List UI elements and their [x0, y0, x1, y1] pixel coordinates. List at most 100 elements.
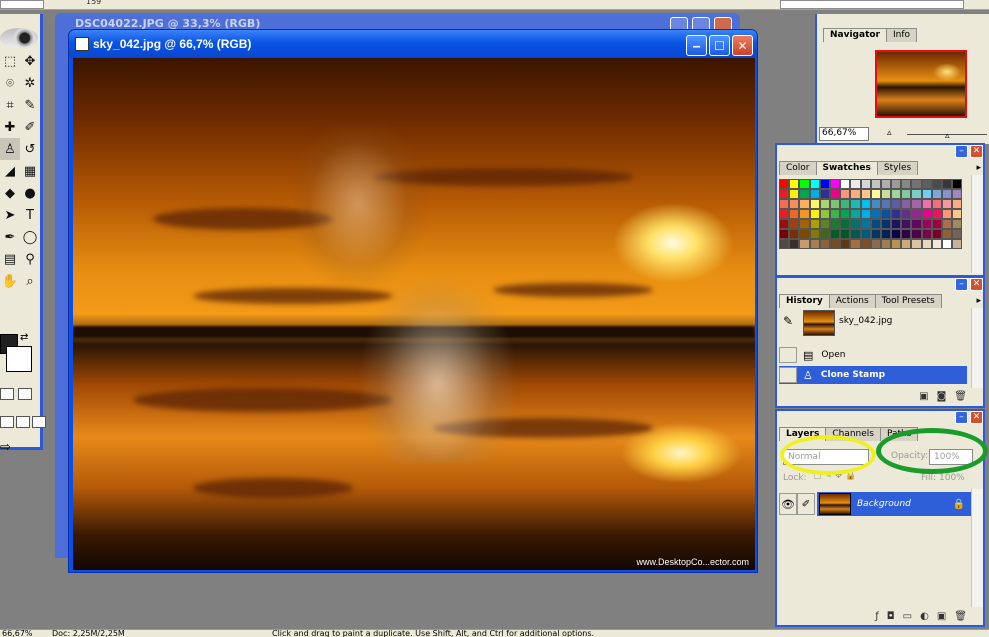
- brush-tool-icon[interactable]: ✐: [20, 116, 40, 138]
- panel-close-button[interactable]: ✕: [970, 278, 983, 291]
- swatch-cell[interactable]: [829, 189, 841, 199]
- panel-minimize-button[interactable]: –: [955, 411, 968, 424]
- swatch-cell[interactable]: [870, 199, 881, 209]
- swatch-cell[interactable]: [921, 209, 932, 219]
- status-zoom[interactable]: 66,67%: [2, 630, 33, 637]
- tab-swatches[interactable]: Swatches: [815, 161, 878, 175]
- full-screen-menu-button[interactable]: [16, 416, 30, 428]
- clone-stamp-icon[interactable]: ♙: [0, 138, 20, 160]
- swatch-cell[interactable]: [860, 239, 871, 249]
- panel-menu-arrow-icon[interactable]: ▸: [976, 163, 981, 173]
- swatch-cell[interactable]: [952, 179, 963, 189]
- swatch-cell[interactable]: [860, 199, 871, 209]
- swatch-cell[interactable]: [829, 209, 841, 219]
- swatch-cell[interactable]: [942, 239, 953, 249]
- swatch-cell[interactable]: [880, 189, 892, 199]
- swatch-cell[interactable]: [809, 209, 820, 219]
- swatch-cell[interactable]: [901, 229, 912, 239]
- swatch-cell[interactable]: [870, 179, 881, 189]
- swatch-cell[interactable]: [891, 189, 902, 199]
- swatch-cell[interactable]: [911, 229, 922, 239]
- swatch-cell[interactable]: [931, 219, 942, 229]
- swatch-cell[interactable]: [819, 189, 830, 199]
- move-tool-icon[interactable]: ✥: [20, 50, 40, 72]
- swatch-cell[interactable]: [931, 239, 942, 249]
- swatch-cell[interactable]: [860, 219, 871, 229]
- swatch-cell[interactable]: [931, 189, 942, 199]
- status-doc-size[interactable]: Doc: 2,25M/2,25M: [52, 630, 125, 637]
- tab-tool-presets[interactable]: Tool Presets: [874, 294, 942, 308]
- tab-navigator[interactable]: Navigator: [823, 28, 887, 42]
- swatch-cell[interactable]: [921, 239, 932, 249]
- swatch-cell[interactable]: [799, 189, 810, 199]
- swatch-cell[interactable]: [819, 229, 830, 239]
- swatch-cell[interactable]: [921, 199, 932, 209]
- adjustment-layer-icon[interactable]: ◐: [920, 611, 929, 622]
- swatch-cell[interactable]: [891, 239, 902, 249]
- swatch-cell[interactable]: [860, 209, 871, 219]
- jump-to-imageready-icon[interactable]: ⇨: [0, 440, 11, 455]
- swatch-cell[interactable]: [789, 179, 800, 189]
- swatch-cell[interactable]: [880, 209, 892, 219]
- shape-tool-icon[interactable]: ◯: [20, 226, 40, 248]
- swatch-cell[interactable]: [931, 199, 942, 209]
- swatch-cell[interactable]: [860, 229, 871, 239]
- swatch-cell[interactable]: [850, 209, 861, 219]
- new-layer-set-icon[interactable]: ▭: [903, 611, 912, 622]
- tab-layers[interactable]: Layers: [779, 427, 827, 441]
- panel-close-button[interactable]: ✕: [970, 411, 983, 424]
- layers-scrollbar[interactable]: [971, 489, 983, 607]
- swatch-cell[interactable]: [870, 219, 881, 229]
- swatch-cell[interactable]: [789, 219, 800, 229]
- hand-tool-icon[interactable]: ✋: [0, 270, 20, 292]
- tab-styles[interactable]: Styles: [876, 161, 919, 175]
- maximize-button[interactable]: ☐: [709, 35, 730, 56]
- swatch-cell[interactable]: [901, 189, 912, 199]
- swatch-cell[interactable]: [901, 219, 912, 229]
- tab-history[interactable]: History: [779, 294, 830, 308]
- swatch-cell[interactable]: [809, 199, 820, 209]
- swatch-cell[interactable]: [911, 179, 922, 189]
- swatch-cell[interactable]: [942, 209, 953, 219]
- tab-actions[interactable]: Actions: [828, 294, 876, 308]
- standard-mode-button[interactable]: [0, 388, 14, 400]
- trash-icon[interactable]: 🗑: [954, 391, 967, 402]
- swatch-cell[interactable]: [860, 179, 871, 189]
- swatch-cell[interactable]: [931, 179, 942, 189]
- swatch-cell[interactable]: [850, 229, 861, 239]
- quick-mask-button[interactable]: [18, 388, 32, 400]
- swatch-cell[interactable]: [891, 229, 902, 239]
- swatch-cell[interactable]: [819, 179, 830, 189]
- navigator-zoom-field[interactable]: 66,67%: [819, 127, 869, 141]
- brush-icon[interactable]: ✐: [797, 493, 815, 515]
- swatch-cell[interactable]: [779, 239, 790, 249]
- history-brush-source-icon[interactable]: ✎: [783, 314, 793, 328]
- dodge-tool-icon[interactable]: ●: [20, 182, 40, 204]
- swatch-cell[interactable]: [850, 199, 861, 209]
- swatch-cell[interactable]: [870, 209, 881, 219]
- swatch-cell[interactable]: [870, 229, 881, 239]
- layer-style-icon[interactable]: ƒ: [875, 611, 879, 622]
- eye-icon[interactable]: 👁: [779, 493, 797, 515]
- swatch-cell[interactable]: [891, 209, 902, 219]
- options-field[interactable]: [0, 0, 44, 9]
- swatch-cell[interactable]: [829, 219, 841, 229]
- swatch-cell[interactable]: [850, 239, 861, 249]
- swatch-cell[interactable]: [809, 179, 820, 189]
- swatch-cell[interactable]: [799, 179, 810, 189]
- background-color[interactable]: [6, 346, 32, 372]
- swatch-cell[interactable]: [921, 219, 932, 229]
- swatch-cell[interactable]: [840, 199, 851, 209]
- swatch-cell[interactable]: [901, 209, 912, 219]
- swatch-cell[interactable]: [880, 179, 892, 189]
- swatch-cell[interactable]: [942, 219, 953, 229]
- swatch-cell[interactable]: [809, 229, 820, 239]
- swatch-cell[interactable]: [942, 199, 953, 209]
- zoom-out-icon[interactable]: ▵: [887, 128, 892, 138]
- swatch-cell[interactable]: [952, 189, 963, 199]
- panel-minimize-button[interactable]: –: [955, 145, 968, 158]
- full-screen-button[interactable]: [32, 416, 46, 428]
- swatch-cell[interactable]: [880, 219, 892, 229]
- swatch-cell[interactable]: [819, 199, 830, 209]
- swatch-cell[interactable]: [829, 179, 841, 189]
